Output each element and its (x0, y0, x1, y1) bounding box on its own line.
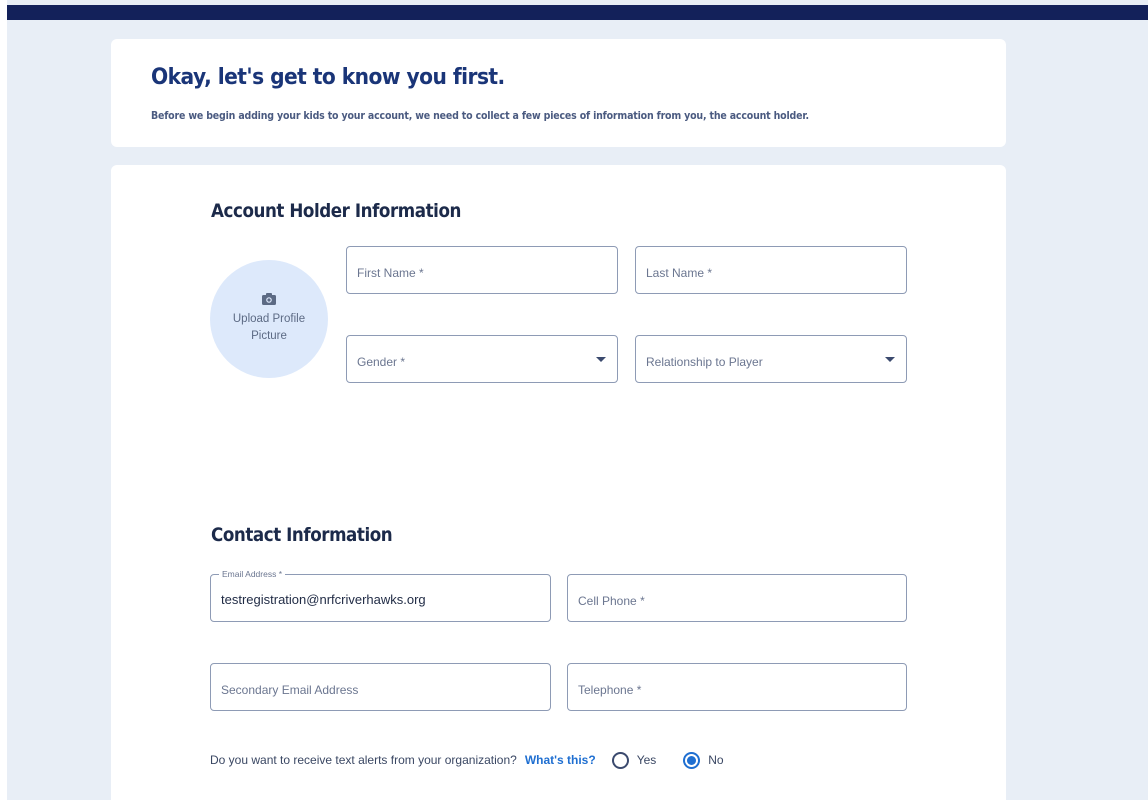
required-asterisk: * (636, 683, 642, 697)
top-header-bar (7, 5, 1148, 20)
first-name-field[interactable]: First Name * (346, 246, 618, 294)
contact-section-title: Contact Information (211, 524, 393, 546)
required-asterisk: * (419, 266, 424, 280)
email-address-label: Email Address (222, 569, 277, 579)
telephone-placeholder: Telephone (578, 683, 634, 697)
telephone-field[interactable]: Telephone * (567, 663, 907, 711)
text-alerts-no-radio[interactable]: No (683, 751, 724, 769)
radio-unchecked-icon (611, 751, 629, 769)
cell-phone-field[interactable]: Cell Phone * (567, 574, 907, 622)
email-address-value: testregistration@nrfcriverhawks.org (221, 592, 426, 607)
left-edge (0, 0, 7, 800)
required-asterisk: * (400, 355, 406, 369)
text-alerts-question: Do you want to receive text alerts from … (210, 753, 517, 767)
intro-card: Okay, let's get to know you first. Befor… (111, 39, 1006, 147)
cell-phone-placeholder: Cell Phone (578, 594, 637, 608)
caret-down-icon (885, 357, 895, 362)
relationship-placeholder: Relationship to Player (646, 355, 763, 369)
page-subtitle: Before we begin adding your kids to your… (151, 110, 809, 122)
last-name-placeholder: Last Name (646, 266, 705, 280)
required-asterisk: * (278, 569, 283, 579)
gender-placeholder: Gender (357, 355, 398, 369)
last-name-field[interactable]: Last Name * (635, 246, 907, 294)
text-alerts-yes-label: Yes (636, 753, 657, 767)
text-alerts-yes-radio[interactable]: Yes (611, 751, 657, 769)
form-card: Account Holder Information Upload Profil… (111, 165, 1006, 800)
upload-profile-picture-label: Upload Profile Picture (232, 313, 306, 342)
upload-profile-picture-button[interactable]: Upload Profile Picture (210, 260, 328, 378)
gender-select[interactable]: Gender * (346, 335, 618, 383)
required-asterisk: * (640, 594, 645, 608)
text-alerts-row: Do you want to receive text alerts from … (210, 751, 724, 769)
secondary-email-field[interactable]: Secondary Email Address (210, 663, 551, 711)
account-holder-section-title: Account Holder Information (211, 200, 461, 222)
required-asterisk: * (707, 266, 713, 280)
first-name-placeholder: First Name (357, 266, 416, 280)
page-title: Okay, let's get to know you first. (151, 65, 505, 90)
text-alerts-no-label: No (708, 753, 724, 767)
secondary-email-placeholder: Secondary Email Address (221, 683, 359, 697)
email-address-field[interactable]: Email Address * testregistration@nrfcriv… (210, 569, 551, 622)
caret-down-icon (596, 357, 606, 362)
camera-icon (262, 293, 276, 305)
whats-this-link[interactable]: What's this? (525, 753, 596, 767)
relationship-select[interactable]: Relationship to Player (635, 335, 907, 383)
radio-checked-icon (683, 751, 701, 769)
